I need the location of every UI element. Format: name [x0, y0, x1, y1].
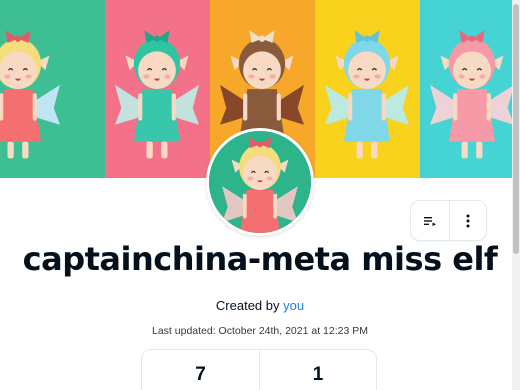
collection-avatar — [206, 128, 314, 236]
collection-title: captainchina-meta miss elf — [22, 240, 498, 278]
more-options-button[interactable] — [448, 201, 487, 240]
banner-stripe — [105, 0, 210, 178]
collection-stats: 7 1 — [141, 349, 377, 390]
banner-stripe — [315, 0, 420, 178]
playlist-button[interactable] — [411, 201, 449, 240]
avatar-image — [209, 131, 311, 233]
stat-owners[interactable]: 1 — [259, 350, 376, 390]
scrollbar-thumb[interactable] — [513, 4, 519, 254]
scrollbar[interactable] — [512, 0, 520, 390]
playlist-icon — [423, 216, 436, 226]
created-by: Created by you — [0, 298, 520, 313]
created-by-label: Created by — [215, 298, 284, 313]
stat-items[interactable]: 7 — [142, 350, 259, 390]
more-vertical-icon — [466, 214, 470, 227]
last-updated: Last updated: October 24th, 2021 at 12:2… — [152, 325, 368, 337]
banner-stripe — [0, 0, 105, 178]
collection-actions — [410, 200, 487, 241]
banner-stripe — [420, 0, 520, 178]
creator-link[interactable]: you — [283, 298, 304, 313]
